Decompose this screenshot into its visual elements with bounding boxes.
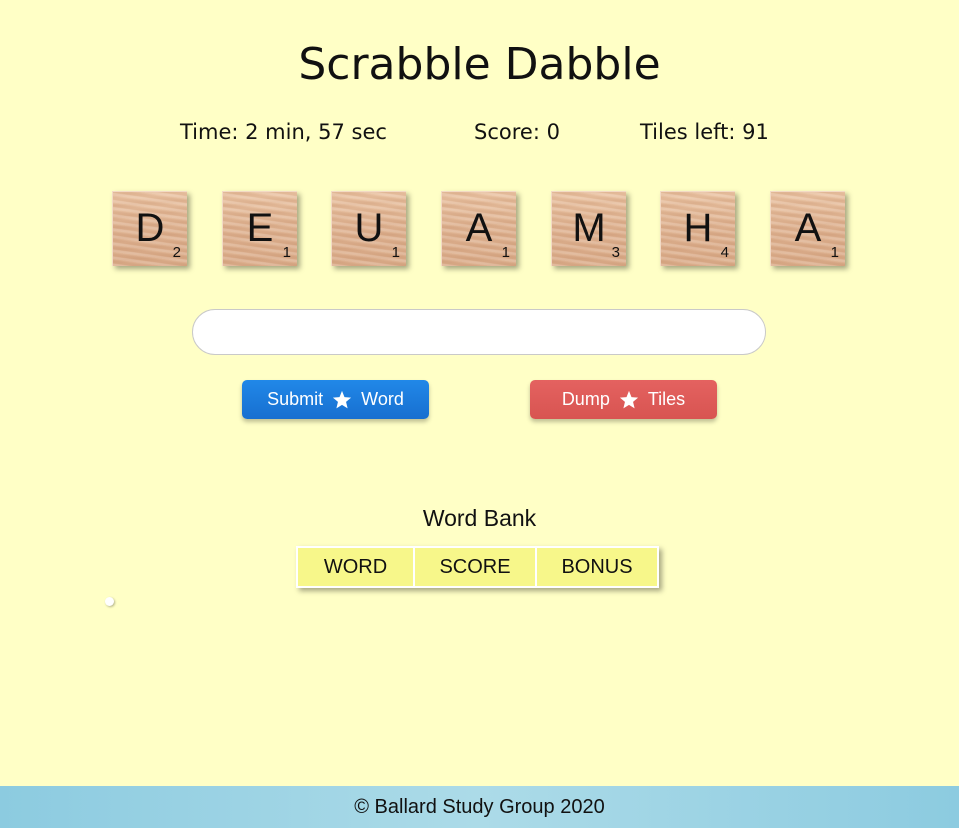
tile-points: 1 xyxy=(282,244,291,261)
tile-points: 2 xyxy=(172,244,181,261)
tile-points: 4 xyxy=(720,244,729,261)
footer: © Ballard Study Group 2020 xyxy=(0,786,959,828)
tile-letter: E xyxy=(246,206,274,250)
letter-tile[interactable]: D 2 xyxy=(112,191,187,266)
letter-tile[interactable]: M 3 xyxy=(551,191,626,266)
column-header-score: SCORE xyxy=(413,546,537,588)
tile-letter: U xyxy=(354,206,384,250)
copyright-text: © Ballard Study Group 2020 xyxy=(354,796,605,818)
tile-letter: D xyxy=(135,206,165,250)
stats-bar: Time: 2 min, 57 sec Score: 0 Tiles left:… xyxy=(0,120,959,150)
dump-label-right: Tiles xyxy=(647,389,686,409)
tile-points: 3 xyxy=(611,244,620,261)
score-text: Score: 0 xyxy=(474,120,560,144)
submit-word-button[interactable]: Submit Word xyxy=(242,380,429,419)
letter-tile[interactable]: A 1 xyxy=(770,191,845,266)
tile-letter: H xyxy=(683,206,713,250)
word-input[interactable] xyxy=(192,309,766,355)
table-header-row: WORD SCORE BONUS xyxy=(296,546,659,588)
dump-label-left: Dump xyxy=(561,389,610,409)
column-header-word: WORD xyxy=(296,546,415,588)
column-header-bonus: BONUS xyxy=(535,546,659,588)
word-bank-table: WORD SCORE BONUS xyxy=(296,546,659,588)
submit-label-right: Word xyxy=(361,389,404,409)
tile-rack: D 2 E 1 U 1 A 1 M 3 H 4 A 1 xyxy=(0,191,959,271)
tile-letter: A xyxy=(794,206,822,250)
dump-tiles-button[interactable]: Dump Tiles xyxy=(530,380,717,419)
letter-tile[interactable]: E 1 xyxy=(222,191,297,266)
timer-text: Time: 2 min, 57 sec xyxy=(180,120,387,144)
tile-points: 1 xyxy=(830,244,839,261)
tile-letter: M xyxy=(572,206,606,250)
submit-label-left: Submit xyxy=(267,389,324,409)
tiles-left-text: Tiles left: 91 xyxy=(640,120,769,144)
tile-letter: A xyxy=(465,206,493,250)
letter-tile[interactable]: U 1 xyxy=(331,191,406,266)
letter-tile[interactable]: H 4 xyxy=(660,191,735,266)
decorative-dot xyxy=(105,597,114,606)
star-icon xyxy=(619,390,639,409)
star-icon xyxy=(332,390,352,409)
tile-points: 1 xyxy=(501,244,510,261)
tile-points: 1 xyxy=(391,244,400,261)
word-bank-title: Word Bank xyxy=(422,505,537,531)
letter-tile[interactable]: A 1 xyxy=(441,191,516,266)
page-title: Scrabble Dabble xyxy=(298,39,661,90)
